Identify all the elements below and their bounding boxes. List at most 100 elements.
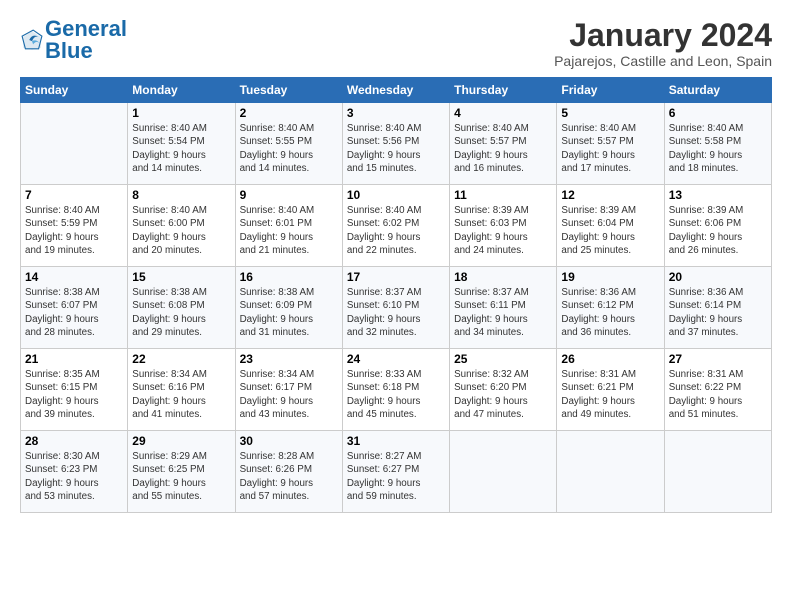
day-info: Sunrise: 8:40 AM Sunset: 6:00 PM Dayligh…	[132, 204, 230, 257]
day-info: Sunrise: 8:40 AM Sunset: 5:57 PM Dayligh…	[561, 122, 659, 175]
calendar-cell: 3 Sunrise: 8:40 AM Sunset: 5:56 PM Daylig…	[342, 103, 449, 185]
calendar-cell: 14 Sunrise: 8:38 AM Sunset: 6:07 PM Dayli…	[21, 267, 128, 349]
day-info: Sunrise: 8:38 AM Sunset: 6:09 PM Dayligh…	[240, 286, 338, 339]
day-info: Sunrise: 8:31 AM Sunset: 6:22 PM Dayligh…	[669, 368, 767, 421]
weekday-header-saturday: Saturday	[664, 78, 771, 103]
calendar-cell: 16Sunrise: 8:38 AM Sunset: 6:09 PM Dayli…	[235, 267, 342, 349]
calendar-cell: 1 Sunrise: 8:40 AM Sunset: 5:54 PM Daylig…	[128, 103, 235, 185]
day-info: Sunrise: 8:37 AM Sunset: 6:10 PM Dayligh…	[347, 286, 445, 339]
calendar-cell: 13Sunrise: 8:39 AM Sunset: 6:06 PM Dayli…	[664, 185, 771, 267]
day-info: Sunrise: 8:32 AM Sunset: 6:20 PM Dayligh…	[454, 368, 552, 421]
calendar-cell: 9 Sunrise: 8:40 AM Sunset: 6:01 PM Daylig…	[235, 185, 342, 267]
day-info: Sunrise: 8:40 AM Sunset: 5:58 PM Dayligh…	[669, 122, 767, 175]
calendar-cell: 5 Sunrise: 8:40 AM Sunset: 5:57 PM Daylig…	[557, 103, 664, 185]
day-number: 28	[25, 434, 123, 448]
day-info: Sunrise: 8:35 AM Sunset: 6:15 PM Dayligh…	[25, 368, 123, 421]
logo-text: General Blue	[45, 18, 127, 62]
calendar-cell: 21 Sunrise: 8:35 AM Sunset: 6:15 PM Dayli…	[21, 349, 128, 431]
day-info: Sunrise: 8:37 AM Sunset: 6:11 PM Dayligh…	[454, 286, 552, 339]
calendar-cell: 28 Sunrise: 8:30 AM Sunset: 6:23 PM Dayli…	[21, 431, 128, 513]
day-number: 20	[669, 270, 767, 284]
day-info: Sunrise: 8:38 AM Sunset: 6:08 PM Dayligh…	[132, 286, 230, 339]
weekday-header-tuesday: Tuesday	[235, 78, 342, 103]
calendar-cell: 17 Sunrise: 8:37 AM Sunset: 6:10 PM Dayli…	[342, 267, 449, 349]
day-info: Sunrise: 8:40 AM Sunset: 6:01 PM Dayligh…	[240, 204, 338, 257]
day-info: Sunrise: 8:39 AM Sunset: 6:03 PM Dayligh…	[454, 204, 552, 257]
day-info: Sunrise: 8:40 AM Sunset: 5:55 PM Dayligh…	[240, 122, 338, 175]
calendar-cell: 29 Sunrise: 8:29 AM Sunset: 6:25 PM Dayli…	[128, 431, 235, 513]
calendar-cell	[450, 431, 557, 513]
calendar-cell: 15 Sunrise: 8:38 AM Sunset: 6:08 PM Dayli…	[128, 267, 235, 349]
calendar-cell: 6 Sunrise: 8:40 AM Sunset: 5:58 PM Daylig…	[664, 103, 771, 185]
calendar-cell: 4 Sunrise: 8:40 AM Sunset: 5:57 PM Daylig…	[450, 103, 557, 185]
weekday-header-wednesday: Wednesday	[342, 78, 449, 103]
day-number: 2	[240, 106, 338, 120]
day-number: 26	[561, 352, 659, 366]
header: General Blue January 2024 Pajarejos, Cas…	[20, 18, 772, 69]
day-number: 19	[561, 270, 659, 284]
day-info: Sunrise: 8:27 AM Sunset: 6:27 PM Dayligh…	[347, 450, 445, 503]
day-number: 10	[347, 188, 445, 202]
day-number: 23	[240, 352, 338, 366]
weekday-header-thursday: Thursday	[450, 78, 557, 103]
calendar-cell: 31Sunrise: 8:27 AM Sunset: 6:27 PM Dayli…	[342, 431, 449, 513]
calendar-cell: 24Sunrise: 8:33 AM Sunset: 6:18 PM Dayli…	[342, 349, 449, 431]
day-number: 17	[347, 270, 445, 284]
day-info: Sunrise: 8:29 AM Sunset: 6:25 PM Dayligh…	[132, 450, 230, 503]
day-number: 13	[669, 188, 767, 202]
day-number: 4	[454, 106, 552, 120]
month-title: January 2024	[554, 18, 772, 53]
day-number: 27	[669, 352, 767, 366]
logo-blue: Blue	[45, 38, 93, 63]
day-number: 9	[240, 188, 338, 202]
title-area: January 2024 Pajarejos, Castille and Leo…	[554, 18, 772, 69]
calendar-cell: 19 Sunrise: 8:36 AM Sunset: 6:12 PM Dayli…	[557, 267, 664, 349]
calendar-cell: 18 Sunrise: 8:37 AM Sunset: 6:11 PM Dayli…	[450, 267, 557, 349]
day-info: Sunrise: 8:28 AM Sunset: 6:26 PM Dayligh…	[240, 450, 338, 503]
day-info: Sunrise: 8:34 AM Sunset: 6:17 PM Dayligh…	[240, 368, 338, 421]
day-number: 14	[25, 270, 123, 284]
calendar-cell: 22Sunrise: 8:34 AM Sunset: 6:16 PM Dayli…	[128, 349, 235, 431]
page: General Blue January 2024 Pajarejos, Cas…	[0, 0, 792, 523]
day-info: Sunrise: 8:40 AM Sunset: 6:02 PM Dayligh…	[347, 204, 445, 257]
day-number: 24	[347, 352, 445, 366]
day-number: 21	[25, 352, 123, 366]
day-info: Sunrise: 8:40 AM Sunset: 5:56 PM Dayligh…	[347, 122, 445, 175]
day-info: Sunrise: 8:40 AM Sunset: 5:59 PM Dayligh…	[25, 204, 123, 257]
calendar-cell	[664, 431, 771, 513]
day-number: 12	[561, 188, 659, 202]
day-number: 5	[561, 106, 659, 120]
calendar-cell	[21, 103, 128, 185]
day-info: Sunrise: 8:36 AM Sunset: 6:12 PM Dayligh…	[561, 286, 659, 339]
calendar-week-row: 14 Sunrise: 8:38 AM Sunset: 6:07 PM Dayli…	[21, 267, 772, 349]
day-info: Sunrise: 8:30 AM Sunset: 6:23 PM Dayligh…	[25, 450, 123, 503]
day-number: 11	[454, 188, 552, 202]
weekday-header-monday: Monday	[128, 78, 235, 103]
weekday-header-row: SundayMondayTuesdayWednesdayThursdayFrid…	[21, 78, 772, 103]
day-number: 3	[347, 106, 445, 120]
calendar-cell: 7 Sunrise: 8:40 AM Sunset: 5:59 PM Daylig…	[21, 185, 128, 267]
day-number: 29	[132, 434, 230, 448]
day-number: 25	[454, 352, 552, 366]
calendar-week-row: 28 Sunrise: 8:30 AM Sunset: 6:23 PM Dayli…	[21, 431, 772, 513]
day-number: 7	[25, 188, 123, 202]
day-info: Sunrise: 8:40 AM Sunset: 5:57 PM Dayligh…	[454, 122, 552, 175]
day-info: Sunrise: 8:38 AM Sunset: 6:07 PM Dayligh…	[25, 286, 123, 339]
day-number: 8	[132, 188, 230, 202]
calendar-cell: 23 Sunrise: 8:34 AM Sunset: 6:17 PM Dayli…	[235, 349, 342, 431]
day-number: 6	[669, 106, 767, 120]
day-number: 18	[454, 270, 552, 284]
calendar-week-row: 7 Sunrise: 8:40 AM Sunset: 5:59 PM Daylig…	[21, 185, 772, 267]
day-info: Sunrise: 8:40 AM Sunset: 5:54 PM Dayligh…	[132, 122, 230, 175]
calendar-cell: 2 Sunrise: 8:40 AM Sunset: 5:55 PM Daylig…	[235, 103, 342, 185]
calendar-cell: 20Sunrise: 8:36 AM Sunset: 6:14 PM Dayli…	[664, 267, 771, 349]
weekday-header-sunday: Sunday	[21, 78, 128, 103]
location-subtitle: Pajarejos, Castille and Leon, Spain	[554, 53, 772, 69]
day-number: 1	[132, 106, 230, 120]
calendar-cell: 27 Sunrise: 8:31 AM Sunset: 6:22 PM Dayli…	[664, 349, 771, 431]
calendar-cell: 25 Sunrise: 8:32 AM Sunset: 6:20 PM Dayli…	[450, 349, 557, 431]
calendar-table: SundayMondayTuesdayWednesdayThursdayFrid…	[20, 77, 772, 513]
day-number: 30	[240, 434, 338, 448]
day-number: 15	[132, 270, 230, 284]
calendar-cell: 30 Sunrise: 8:28 AM Sunset: 6:26 PM Dayli…	[235, 431, 342, 513]
